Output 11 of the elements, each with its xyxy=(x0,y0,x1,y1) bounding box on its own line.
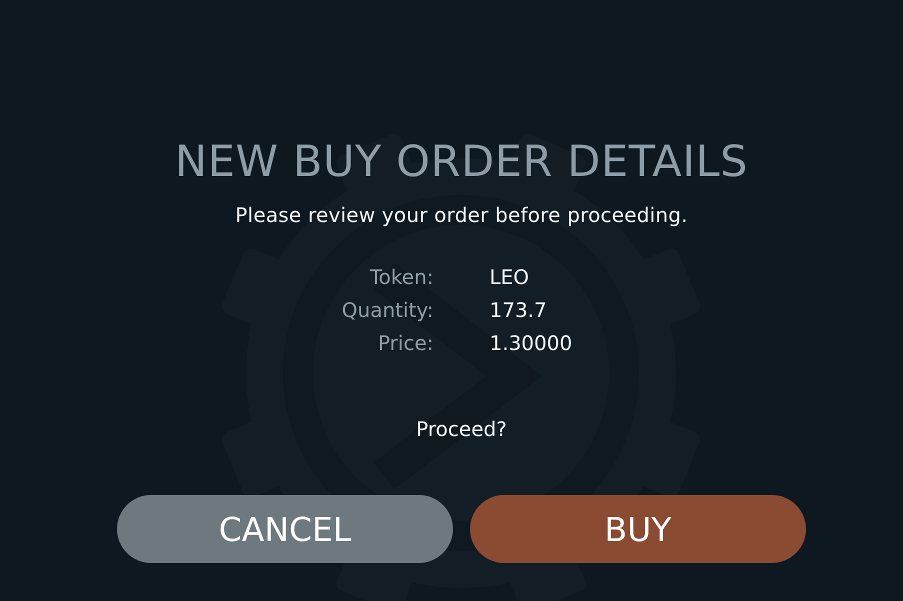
detail-value: 173.7 xyxy=(490,297,547,324)
detail-label: Token: xyxy=(370,264,434,291)
dialog-title: NEW BUY ORDER DETAILS xyxy=(174,136,748,188)
detail-value: LEO xyxy=(490,264,530,291)
cancel-button[interactable]: CANCEL xyxy=(117,495,453,563)
detail-value: 1.30000 xyxy=(490,330,572,357)
detail-label: Price: xyxy=(378,330,434,357)
dialog-subtitle: Please review your order before proceeding. xyxy=(235,203,688,227)
proceed-prompt: Proceed? xyxy=(416,417,507,441)
detail-label: Quantity: xyxy=(342,297,434,324)
buy-button[interactable]: BUY xyxy=(470,495,806,563)
